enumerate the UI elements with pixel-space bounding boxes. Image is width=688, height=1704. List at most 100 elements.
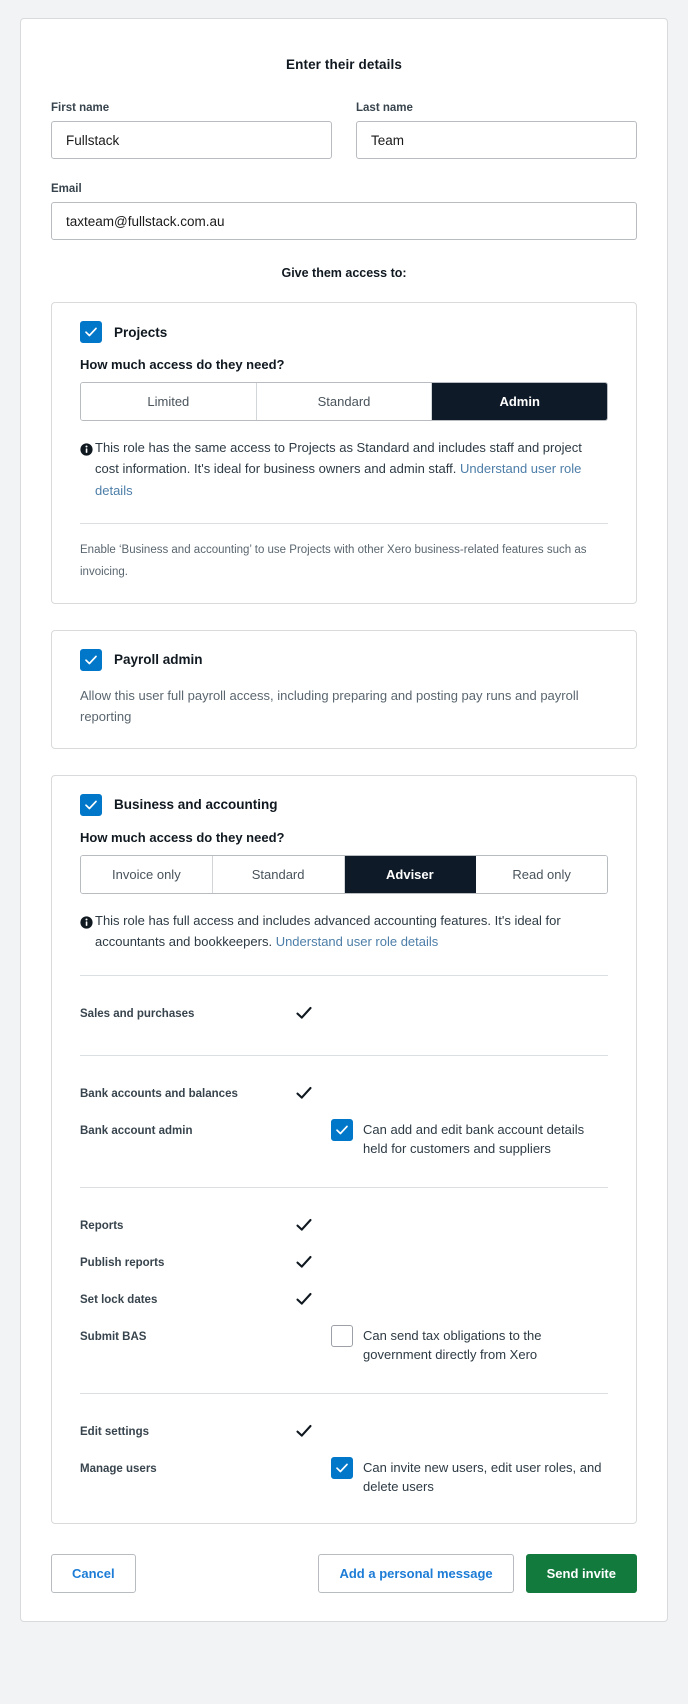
last-name-label: Last name	[356, 102, 413, 114]
projects-question: How much access do they need?	[80, 357, 285, 372]
info-icon	[80, 441, 94, 501]
business-tab-read-only[interactable]: Read only	[476, 855, 607, 893]
permission-row: Reports	[80, 1208, 608, 1245]
payroll-checkbox[interactable]	[80, 648, 102, 671]
bank-account-admin-checkbox[interactable]	[331, 1118, 353, 1141]
permission-row: Manage users Can invite new users, edit …	[80, 1451, 608, 1503]
projects-title: Projects	[114, 324, 168, 340]
permission-row: Edit settings	[80, 1414, 608, 1451]
permission-value	[295, 1288, 331, 1313]
projects-tab-limited[interactable]: Limited	[81, 383, 257, 420]
projects-header[interactable]: Projects	[80, 321, 608, 343]
business-accounting-checkbox[interactable]	[80, 793, 102, 816]
payroll-header[interactable]: Payroll admin	[80, 648, 608, 671]
projects-note: Enable ‘Business and accounting’ to use …	[80, 544, 587, 578]
manage-users-description: Can invite new users, edit user roles, a…	[363, 1459, 602, 1495]
check-icon	[295, 1290, 313, 1313]
projects-role-info-text: This role has the same access to Project…	[94, 437, 608, 501]
name-fields-row: First name Last name	[51, 102, 637, 183]
permission-group: Bank accounts and balances Bank account …	[80, 1072, 608, 1165]
add-personal-message-button[interactable]: Add a personal message	[318, 1553, 514, 1593]
permission-value	[295, 1325, 331, 1327]
permission-value	[295, 1002, 331, 1027]
check-icon	[295, 1422, 313, 1445]
permission-value	[295, 1420, 331, 1445]
payroll-panel: Payroll admin Allow this user full payro…	[51, 629, 637, 749]
cancel-button[interactable]: Cancel	[51, 1553, 136, 1593]
permission-group: Sales and purchases	[80, 992, 608, 1033]
permission-row: Bank accounts and balances	[80, 1076, 608, 1113]
check-icon	[295, 1004, 313, 1027]
business-role-tabs[interactable]: Invoice only Standard Adviser Read only	[80, 854, 608, 894]
projects-tab-standard[interactable]: Standard	[256, 383, 433, 420]
permission-row: Bank account admin Can add and edit bank…	[80, 1113, 608, 1165]
last-name-field: Last name	[356, 102, 637, 159]
form-actions: Cancel Add a personal message Send invit…	[51, 1553, 637, 1593]
permission-row: Sales and purchases	[80, 996, 608, 1033]
last-name-input[interactable]	[356, 121, 637, 159]
permission-extra: Can send tax obligations to the governme…	[331, 1324, 608, 1365]
bank-account-admin-description: Can add and edit bank account details he…	[363, 1121, 585, 1157]
permission-label: Set lock dates	[80, 1293, 158, 1306]
send-invite-button[interactable]: Send invite	[525, 1553, 637, 1593]
business-role-info: This role has full access and includes a…	[80, 910, 608, 953]
manage-users-checkbox[interactable]	[331, 1456, 353, 1479]
business-role-info-text: This role has full access and includes a…	[94, 910, 608, 953]
page-title: Enter their details	[286, 57, 402, 72]
permission-extra: Can invite new users, edit user roles, a…	[331, 1456, 608, 1497]
permission-extra: Can add and edit bank account details he…	[331, 1118, 608, 1159]
permission-value	[295, 1119, 331, 1121]
permission-label: Publish reports	[80, 1256, 165, 1269]
permissions-divider	[80, 1054, 608, 1056]
access-subheading: Give them access to:	[281, 266, 407, 280]
submit-bas-checkbox[interactable]	[331, 1324, 353, 1347]
permission-label: Manage users	[80, 1462, 157, 1475]
business-tab-adviser[interactable]: Adviser	[344, 855, 477, 893]
first-name-label: First name	[51, 102, 110, 114]
permission-label: Sales and purchases	[80, 1007, 195, 1020]
invite-user-card: Enter their details First name Last name…	[20, 18, 668, 1622]
business-title: Business and accounting	[114, 797, 278, 813]
check-icon	[295, 1216, 313, 1239]
first-name-input[interactable]	[51, 121, 332, 159]
business-header[interactable]: Business and accounting	[80, 793, 608, 816]
permission-label: Submit BAS	[80, 1330, 147, 1343]
payroll-title: Payroll admin	[114, 652, 203, 668]
permission-label: Edit settings	[80, 1425, 150, 1438]
projects-divider	[80, 523, 608, 525]
email-input[interactable]	[51, 202, 637, 240]
permissions-divider	[80, 974, 608, 976]
permission-label: Bank account admin	[80, 1124, 193, 1137]
permissions-divider	[80, 1392, 608, 1394]
projects-role-tabs[interactable]: Limited Standard Admin	[80, 382, 608, 421]
business-accounting-panel: Business and accounting How much access …	[51, 774, 637, 1524]
permissions-divider	[80, 1186, 608, 1188]
projects-tab-admin[interactable]: Admin	[432, 383, 607, 420]
permission-value	[295, 1251, 331, 1276]
payroll-description: Allow this user full payroll access, inc…	[80, 687, 579, 725]
projects-role-info: This role has the same access to Project…	[80, 437, 608, 501]
permission-label: Bank accounts and balances	[80, 1087, 238, 1100]
permission-value	[295, 1082, 331, 1107]
projects-checkbox[interactable]	[80, 321, 102, 343]
permission-label: Reports	[80, 1219, 124, 1232]
check-icon	[295, 1084, 313, 1107]
projects-panel: Projects How much access do they need? L…	[51, 302, 637, 604]
business-tab-invoice-only[interactable]: Invoice only	[81, 855, 213, 893]
permission-row: Publish reports	[80, 1245, 608, 1282]
permission-row: Submit BAS Can send tax obligations to t…	[80, 1319, 608, 1371]
business-tab-standard[interactable]: Standard	[212, 855, 345, 893]
check-icon	[295, 1253, 313, 1276]
first-name-field: First name	[51, 102, 332, 159]
email-field: Email	[51, 183, 637, 240]
business-question: How much access do they need?	[80, 829, 285, 845]
submit-bas-description: Can send tax obligations to the governme…	[363, 1327, 542, 1363]
permission-row: Set lock dates	[80, 1282, 608, 1319]
permission-group: Edit settings Manage users Can invite ne…	[80, 1410, 608, 1503]
business-role-details-link[interactable]: Understand user role details	[276, 934, 439, 949]
permission-value	[295, 1457, 331, 1459]
email-label: Email	[51, 183, 82, 195]
permission-group: Reports Publish reports Set lock dates S…	[80, 1204, 608, 1371]
info-icon	[80, 914, 94, 953]
permission-value	[295, 1214, 331, 1239]
